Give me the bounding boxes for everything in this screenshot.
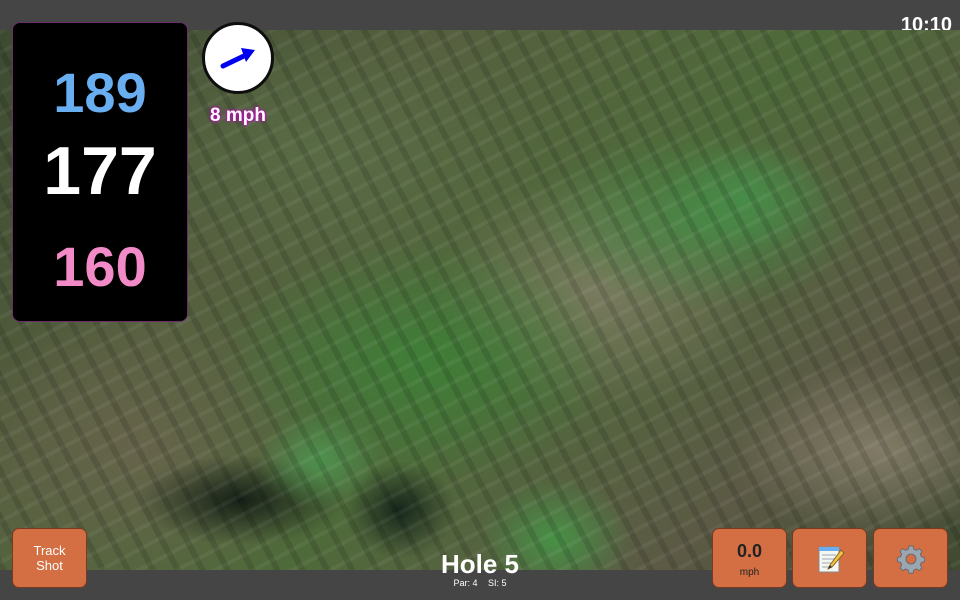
track-shot-button[interactable]: Track Shot xyxy=(12,528,87,588)
speed-unit: mph xyxy=(739,567,760,578)
track-shot-label-line1: Track xyxy=(33,543,66,558)
distance-panel: 189 177 160 xyxy=(12,22,188,322)
back-distance: 189 xyxy=(53,61,147,124)
hole-title: Hole 5 xyxy=(440,549,520,579)
speed-value: 0.0 xyxy=(736,541,763,561)
wind-arrow-icon xyxy=(220,48,255,69)
gear-icon xyxy=(897,545,925,574)
hole-par: Par: 4 xyxy=(453,578,478,588)
hole-meta: Par: 4 SI: 5 xyxy=(400,578,560,588)
middle-distance: 177 xyxy=(43,133,157,209)
wind-speed-label: 8 mph xyxy=(210,105,266,126)
notes-button[interactable] xyxy=(792,528,867,588)
front-distance: 160 xyxy=(53,235,147,298)
track-shot-label-line2: Shot xyxy=(36,558,63,573)
hole-si: SI: 5 xyxy=(488,578,507,588)
settings-button[interactable] xyxy=(873,528,948,588)
wind-indicator xyxy=(202,22,274,94)
speed-button[interactable]: 0.0 mph xyxy=(712,528,787,588)
notepad-icon xyxy=(818,546,845,573)
